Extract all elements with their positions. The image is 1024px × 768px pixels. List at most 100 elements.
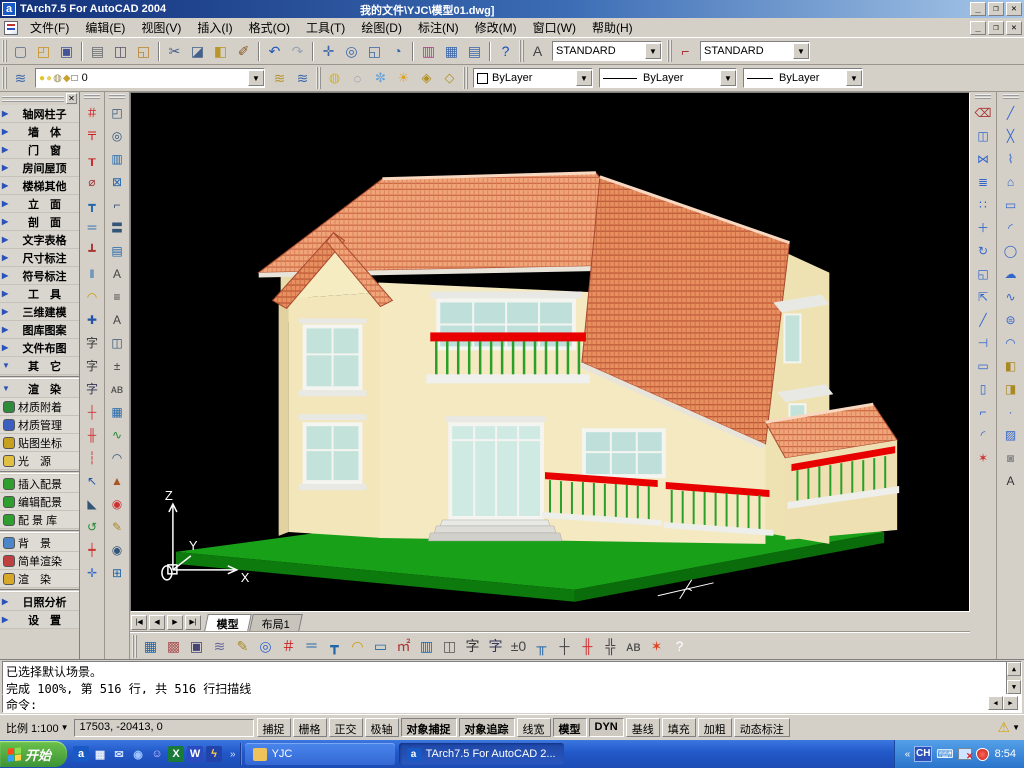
wall-insert-icon[interactable]: ┳ [323, 635, 346, 658]
chevron-down-icon[interactable]: ▼ [576, 70, 592, 86]
sidebar-menu-item[interactable]: ▶ 轴网柱子 [0, 105, 79, 123]
circle-icon[interactable]: ◯ [1000, 239, 1022, 262]
color-combo[interactable]: ByLayer ▼ [473, 68, 593, 88]
matchprop-icon[interactable]: ✐ [232, 40, 255, 63]
doc-close-button[interactable]: ✕ [1006, 20, 1022, 35]
layer-bulb-icon[interactable]: ● [39, 73, 45, 84]
slope-tool-icon[interactable]: ◣ [81, 492, 103, 515]
number-grid-icon[interactable]: ▤ [106, 239, 128, 262]
chevron-down-icon[interactable]: ▼ [846, 70, 862, 86]
drawing-viewport[interactable]: Z Y X [130, 92, 970, 612]
wave-icon[interactable]: ∿ [106, 423, 128, 446]
chevron-down-icon[interactable]: ▼ [1012, 723, 1020, 732]
text-a-icon[interactable]: A [1000, 469, 1022, 492]
task-yjc[interactable]: YJC [244, 743, 395, 765]
menu-item[interactable]: 视图(V) [133, 17, 189, 38]
dim-free-icon[interactable]: ┆ [81, 446, 103, 469]
spline-icon[interactable]: ∿ [1000, 285, 1022, 308]
text2-icon[interactable]: 字 [461, 635, 484, 658]
toolbar-button[interactable] [81, 41, 83, 61]
scroll-down-icon[interactable]: ▼ [1007, 680, 1021, 694]
dim-axis-icon[interactable]: ┼ [81, 400, 103, 423]
menu-item[interactable]: 格式(O) [241, 17, 298, 38]
layer-unlock-icon[interactable]: ◇ [438, 67, 461, 90]
pavilion-icon[interactable]: ▲ [106, 469, 128, 492]
scroll-right-icon[interactable]: ▶ [1003, 696, 1018, 710]
collapse-chevron-icon[interactable]: « [905, 749, 911, 760]
layer-previous-icon[interactable]: ≋ [291, 67, 314, 90]
axis-label-icon[interactable]: ┰ [81, 147, 103, 170]
toolbar-grip[interactable] [316, 67, 321, 89]
sidebar-menu-item[interactable]: ▶ 房间屋顶 [0, 159, 79, 177]
table-icon[interactable]: ▦ [106, 400, 128, 423]
status-toggle[interactable]: 线宽 [516, 718, 551, 737]
layout-tab[interactable]: 布局1 [249, 613, 303, 631]
ellipse-icon[interactable]: ⊜ [1000, 308, 1022, 331]
dim-two-icon[interactable]: ╫ [81, 423, 103, 446]
help-icon[interactable]: ? [494, 40, 517, 63]
task-tarch[interactable]: a TArch7.5 For AutoCAD 2... [398, 743, 564, 765]
axis-grid-icon[interactable]: ＃ [81, 101, 103, 124]
sidebar-menu-render[interactable]: ▼ 渲 染 [0, 380, 79, 398]
zoom-previous-icon[interactable]: ◔ [386, 40, 409, 63]
menu-item[interactable]: 帮助(H) [584, 17, 641, 38]
toolbar-grip[interactable] [84, 94, 100, 99]
column-grid-icon[interactable]: ▥ [106, 147, 128, 170]
print-icon[interactable]: ▤ [86, 40, 109, 63]
explode-icon[interactable]: ✶ [972, 446, 994, 469]
book-icon[interactable]: ◫ [438, 635, 461, 658]
overflow-chevron-icon[interactable]: » [228, 749, 238, 760]
arc-icon[interactable]: ◜ [1000, 216, 1022, 239]
polygon-icon[interactable]: ⌂ [1000, 170, 1022, 193]
grid-app-icon[interactable]: ▦ [92, 746, 108, 762]
layer-manager-icon[interactable]: ≋ [9, 67, 32, 90]
material-attach-item[interactable]: 材质附着 [0, 398, 79, 416]
refresh-icon[interactable]: ↺ [81, 515, 103, 538]
sidebar-menu-item[interactable]: ▶ 工 具 [0, 285, 79, 303]
status-toggle[interactable]: 动态标注 [733, 718, 790, 737]
xline-icon[interactable]: ╳ [1000, 124, 1022, 147]
move-xy-icon[interactable]: ✛ [81, 561, 103, 584]
text-style-icon[interactable]: A [526, 40, 549, 63]
scroll-up-icon[interactable]: ▲ [1007, 662, 1021, 676]
text-brush-icon[interactable]: 字 [81, 331, 103, 354]
scenery-library-item[interactable]: 配 景 库 [0, 511, 79, 529]
red-eye-icon[interactable]: ◉ [106, 492, 128, 515]
break-point-icon[interactable]: ▭ [972, 354, 994, 377]
toolbar-grip[interactable] [132, 634, 137, 658]
tolerance-icon[interactable]: ± [106, 354, 128, 377]
open-file-icon[interactable]: ◰ [32, 40, 55, 63]
excel-icon[interactable]: X [168, 746, 185, 762]
dim-updown-icon[interactable]: ±0 [507, 635, 530, 658]
doc-minimize-button[interactable]: _ [970, 20, 986, 35]
toolbar-button[interactable] [312, 41, 314, 61]
toolbar-grip[interactable] [463, 67, 468, 89]
chevron-down-icon[interactable]: ▼ [645, 43, 661, 59]
revcloud-icon[interactable]: ☁ [1000, 262, 1022, 285]
floor-copy-icon[interactable]: 〓 [106, 216, 128, 239]
background-item[interactable]: 背 景 [0, 534, 79, 552]
keyboard-icon[interactable]: ⌨ [936, 747, 953, 761]
dim-batch-icon[interactable]: ╬ [599, 635, 622, 658]
save-slide-icon[interactable]: ▣ [185, 635, 208, 658]
sidebar-menu-item[interactable]: ▼ 其 它 [0, 357, 79, 375]
redo-icon[interactable]: ↷ [286, 40, 309, 63]
status-toggle[interactable]: 对象捕捉 [400, 718, 457, 737]
column2-icon[interactable]: ▥ [415, 635, 438, 658]
polyline-icon[interactable]: ⌇ [1000, 147, 1022, 170]
wall-align-icon[interactable]: ‖ [81, 262, 103, 285]
status-toggle[interactable]: 加粗 [697, 718, 732, 737]
messenger-icon[interactable]: ☺ [149, 746, 165, 762]
communication-center-icon[interactable]: ⚠ [998, 719, 1011, 736]
a-left-icon[interactable]: A [106, 308, 128, 331]
toolbar-button[interactable] [489, 41, 491, 61]
window-icon[interactable]: ▭ [369, 635, 392, 658]
sidebar-menu-item[interactable]: ▶ 剖 面 [0, 213, 79, 231]
command-history[interactable]: 已选择默认场景。 完成 100%, 第 516 行, 共 516 行扫描线 ▲ ▼ [2, 661, 1022, 695]
menu-item[interactable]: 绘图(D) [353, 17, 410, 38]
command-scrollbar[interactable]: ▲ ▼ [1006, 662, 1021, 694]
rectangle-icon[interactable]: ▭ [1000, 193, 1022, 216]
save-icon[interactable]: ▣ [55, 40, 78, 63]
chamfer-icon[interactable]: ⌐ [972, 400, 994, 423]
menu-item[interactable]: 修改(M) [467, 17, 525, 38]
